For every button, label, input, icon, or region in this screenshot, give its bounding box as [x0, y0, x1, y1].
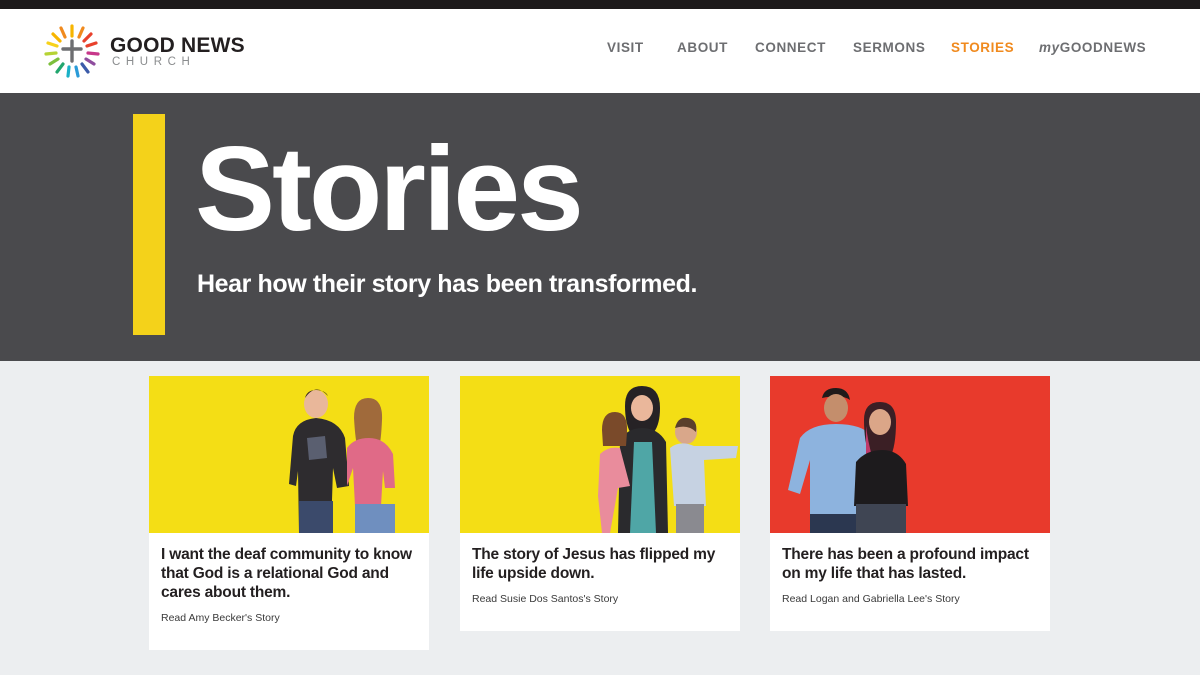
read-story-link[interactable]: Read Susie Dos Santos's Story — [472, 593, 618, 605]
hero-banner: Stories Hear how their story has been tr… — [0, 93, 1200, 361]
nav-about[interactable]: ABOUT — [677, 9, 728, 93]
story-card-title: There has been a profound impact on my l… — [782, 546, 1029, 582]
family-photo-icon — [598, 386, 738, 533]
story-card-amy-becker[interactable]: I want the deaf community to know that G… — [149, 376, 429, 650]
nav-visit[interactable]: VISIT — [607, 9, 644, 93]
nav-mygoodnews-prefix: my — [1039, 40, 1060, 55]
hero-accent-bar — [133, 114, 165, 335]
story-photo — [460, 376, 740, 533]
nav-connect[interactable]: CONNECT — [755, 9, 826, 93]
nav-sermons[interactable]: SERMONS — [853, 9, 925, 93]
page-title: Stories — [195, 122, 584, 256]
couple-photo-icon — [289, 389, 395, 533]
sunburst-cross-logo-icon — [44, 24, 100, 78]
top-strip — [0, 0, 1200, 9]
site-header: GOOD NEWS CHURCH VISIT ABOUT CONNECT SER… — [0, 9, 1200, 93]
read-story-link[interactable]: Read Logan and Gabriella Lee's Story — [782, 593, 960, 605]
brand-name: GOOD NEWS — [110, 34, 245, 57]
brand-subtitle: CHURCH — [112, 56, 196, 68]
story-card-logan-gabriella-lee[interactable]: There has been a profound impact on my l… — [770, 376, 1050, 631]
story-photo — [149, 376, 429, 533]
page-subtitle: Hear how their story has been transforme… — [197, 270, 697, 298]
nav-mygoodnews-label: GOODNEWS — [1059, 40, 1147, 55]
couple-photo-icon — [788, 388, 908, 533]
nav-stories[interactable]: STORIES — [951, 9, 1014, 93]
read-story-link[interactable]: Read Amy Becker's Story — [161, 612, 280, 624]
story-card-title: I want the deaf community to know that G… — [161, 546, 412, 601]
nav-mygoodnews[interactable]: myGOODNEWS — [1039, 9, 1146, 93]
site-logo[interactable]: GOOD NEWS CHURCH — [42, 21, 262, 81]
story-card-susie-dos-santos[interactable]: The story of Jesus has flipped my life u… — [460, 376, 740, 631]
story-photo — [770, 376, 1050, 533]
story-card-title: The story of Jesus has flipped my life u… — [472, 546, 716, 582]
